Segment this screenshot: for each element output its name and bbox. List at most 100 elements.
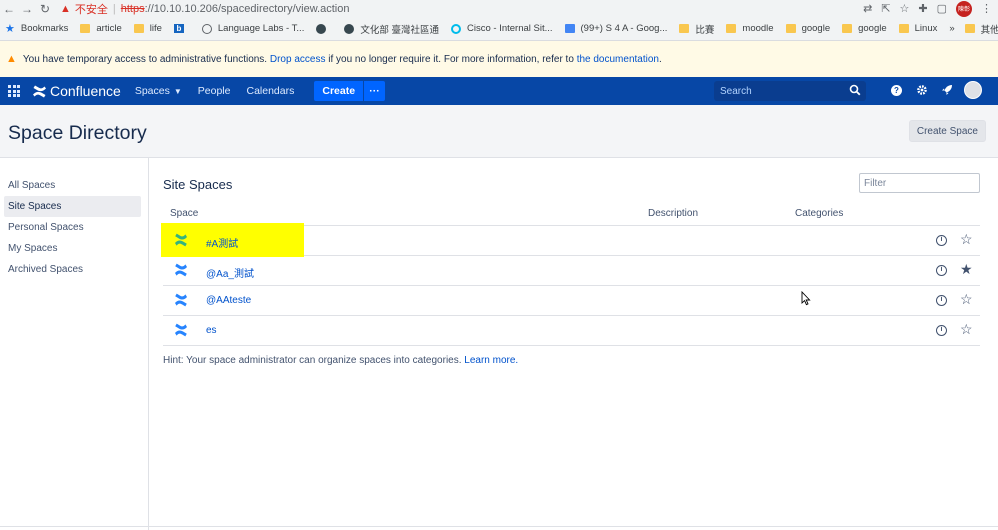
- address-bar[interactable]: https://10.10.10.206/spacedirectory/view…: [121, 3, 350, 15]
- back-icon[interactable]: ←: [0, 2, 18, 16]
- bookmarks-overflow-icon[interactable]: »: [949, 23, 954, 34]
- bookmark-item[interactable]: b: [173, 24, 190, 33]
- menu-icon[interactable]: ⋮: [981, 2, 992, 15]
- sidebar-item-my-spaces[interactable]: My Spaces: [4, 238, 141, 259]
- admin-access-notice: ▲ You have temporary access to administr…: [0, 41, 998, 77]
- user-avatar[interactable]: [964, 81, 982, 99]
- bookmark-item[interactable]: google: [842, 23, 887, 34]
- space-icon[interactable]: [174, 263, 188, 277]
- bookmark-item[interactable]: Linux: [898, 23, 937, 34]
- insecure-label[interactable]: 不安全: [75, 1, 108, 17]
- settings-button[interactable]: [914, 83, 929, 98]
- create-space-button[interactable]: Create Space: [908, 120, 986, 142]
- table-row: @AAteste i ☆: [163, 286, 980, 316]
- profile-avatar[interactable]: 陳彰: [956, 0, 972, 17]
- bookmark-item[interactable]: life: [133, 23, 162, 34]
- other-bookmarks[interactable]: 其他書籤: [981, 22, 998, 36]
- bookmark-item[interactable]: [316, 23, 332, 34]
- documentation-link[interactable]: the documentation: [577, 54, 659, 65]
- bookmark-item[interactable]: Language Labs - T...: [201, 23, 304, 34]
- confluence-logo-icon: [33, 85, 46, 97]
- info-icon[interactable]: i: [936, 325, 947, 336]
- bookmark-star-icon[interactable]: ☆: [900, 2, 910, 15]
- star-filled-icon[interactable]: ★: [960, 261, 973, 277]
- notice-text: You have temporary access to administrat…: [23, 54, 662, 65]
- mouse-cursor-icon: [801, 291, 811, 306]
- extensions-icon[interactable]: ✚: [918, 2, 927, 15]
- bookmarks-overflow-area: » 其他書籤: [949, 22, 998, 36]
- bookmark-item[interactable]: (99+) S 4 A - Goog...: [564, 23, 667, 34]
- reload-icon[interactable]: ↻: [36, 2, 54, 16]
- folder-icon: [842, 24, 853, 33]
- space-link[interactable]: @Aa_測試: [206, 265, 254, 280]
- spaces-label: Spaces: [134, 85, 170, 97]
- warning-icon: ▲: [6, 53, 17, 65]
- page-title: Space Directory: [8, 122, 147, 144]
- logo-text: Confluence: [50, 83, 121, 99]
- sidebar-item-site-spaces[interactable]: Site Spaces: [4, 196, 141, 217]
- bookmark-item[interactable]: article: [80, 23, 122, 34]
- space-link[interactable]: es: [206, 325, 217, 336]
- folder-icon: [785, 24, 796, 33]
- drop-access-link[interactable]: Drop access: [270, 54, 326, 65]
- learn-more-link[interactable]: Learn more.: [464, 355, 518, 366]
- warning-icon: ▲: [60, 2, 71, 15]
- bookmark-item[interactable]: Cisco - Internal Sit...: [450, 23, 553, 34]
- column-header-description[interactable]: Description: [648, 208, 698, 219]
- folder-icon: [964, 24, 975, 33]
- sidebar-item-personal-spaces[interactable]: Personal Spaces: [4, 217, 141, 238]
- confluence-logo[interactable]: Confluence: [32, 83, 121, 99]
- bookmark-label: 文化部 臺灣社區通: [360, 24, 439, 36]
- folder-icon: [898, 24, 909, 33]
- bookmark-item[interactable]: google: [785, 23, 830, 34]
- forward-icon[interactable]: →: [18, 2, 36, 16]
- info-icon[interactable]: i: [936, 265, 947, 276]
- bookmark-label: google: [858, 23, 887, 34]
- filter-input[interactable]: [859, 173, 980, 193]
- hint-text: Hint: Your space administrator can organ…: [163, 355, 518, 366]
- bookmark-item[interactable]: 比賽: [679, 22, 714, 36]
- sidebar-item-archived-spaces[interactable]: Archived Spaces: [4, 259, 141, 280]
- bookmark-label: 比賽: [695, 24, 715, 36]
- space-icon[interactable]: [174, 233, 188, 247]
- create-more-button[interactable]: ···: [363, 81, 386, 101]
- search-input[interactable]: Search: [714, 81, 866, 101]
- bookmark-label: life: [149, 23, 162, 34]
- info-icon[interactable]: i: [936, 295, 947, 306]
- bookmark-item[interactable]: ★ Bookmarks: [5, 22, 68, 35]
- bing-icon: b: [173, 24, 184, 33]
- help-icon: ?: [891, 84, 902, 96]
- bookmark-item[interactable]: moodle: [726, 23, 774, 34]
- calendars-link[interactable]: Calendars: [246, 85, 294, 97]
- folder-icon: [679, 24, 690, 33]
- star-icon[interactable]: ☆: [960, 321, 973, 337]
- notifications-button[interactable]: [939, 83, 954, 98]
- column-header-space[interactable]: Space: [170, 208, 198, 219]
- table-row: es i ☆: [163, 316, 980, 346]
- create-button[interactable]: Create: [314, 81, 364, 101]
- app-switcher-icon[interactable]: [0, 77, 28, 105]
- bookmark-item[interactable]: 文化部 臺灣社區通: [344, 22, 439, 36]
- help-button[interactable]: ?: [889, 83, 904, 98]
- space-link[interactable]: @AAteste: [206, 295, 251, 306]
- share-icon[interactable]: ⇱: [881, 2, 890, 15]
- people-link[interactable]: People: [198, 85, 231, 97]
- column-header-categories[interactable]: Categories: [795, 208, 843, 219]
- url-path: ://10.10.10.206/spacedirectory/view.acti…: [144, 2, 350, 15]
- info-icon[interactable]: i: [936, 235, 947, 246]
- browser-toolbar: ← → ↻ ▲ 不安全 | https://10.10.10.206/space…: [0, 0, 998, 17]
- sidebar-item-all-spaces[interactable]: All Spaces: [4, 175, 141, 196]
- site-icon: [316, 23, 327, 34]
- star-icon[interactable]: ☆: [960, 291, 973, 307]
- star-icon[interactable]: ☆: [960, 231, 973, 247]
- search-placeholder: Search: [720, 85, 752, 97]
- translate-icon[interactable]: ⇄: [863, 2, 872, 15]
- folder-icon: [133, 24, 144, 33]
- spaces-menu[interactable]: Spaces ▼: [135, 85, 182, 97]
- space-icon[interactable]: [174, 323, 188, 337]
- space-icon[interactable]: [174, 293, 188, 307]
- space-link[interactable]: #A測試: [206, 235, 238, 250]
- sidepanel-icon[interactable]: ▢: [937, 2, 947, 15]
- section-title: Site Spaces: [163, 177, 233, 192]
- bookmarks-bar: ★ Bookmarks article life b Language Labs - T.…: [0, 17, 998, 41]
